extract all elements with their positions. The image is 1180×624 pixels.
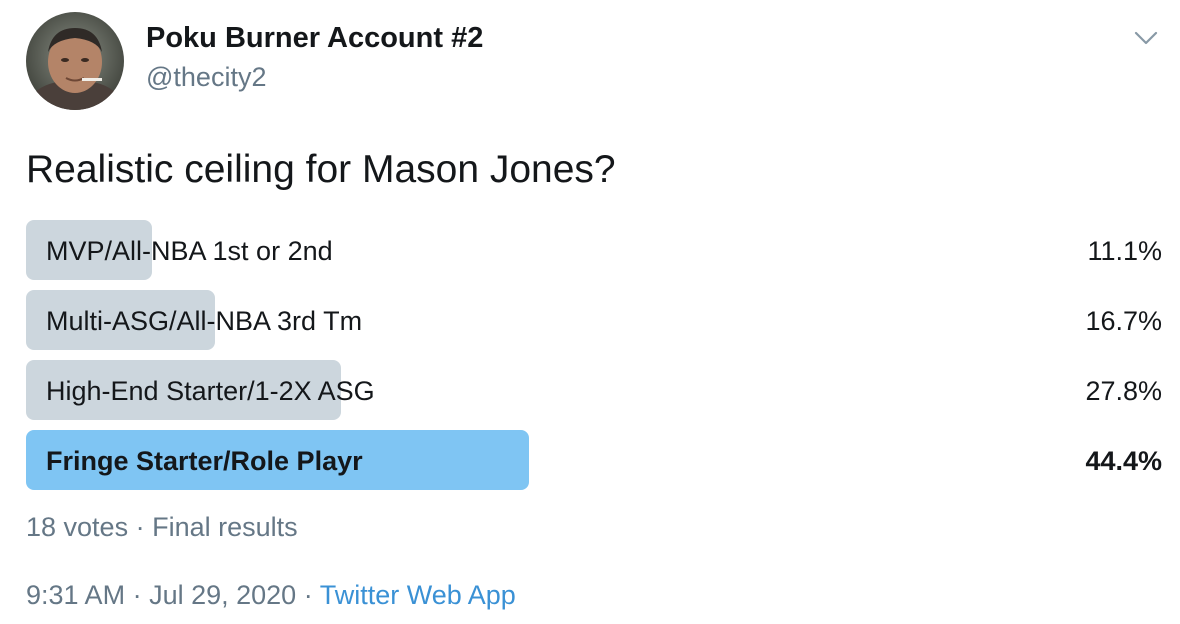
poll-option-label: Fringe Starter/Role Playr — [46, 446, 363, 476]
poll-option-percent: 27.8% — [1085, 376, 1162, 406]
poll-option: Multi-ASG/All-NBA 3rd Tm 16.7% — [26, 290, 1162, 350]
profile-photo-icon — [26, 12, 124, 110]
poll-option-label: Multi-ASG/All-NBA 3rd Tm — [46, 306, 363, 336]
source-link[interactable]: Twitter Web App — [320, 580, 516, 610]
poll-option: Fringe Starter/Role Playr 44.4% — [26, 430, 1162, 490]
tweet-text: Realistic ceiling for Mason Jones? — [26, 148, 616, 191]
separator: · — [128, 512, 153, 542]
poll-option-percent: 16.7% — [1085, 306, 1162, 336]
poll-status: Final results — [152, 512, 298, 542]
user-handle[interactable]: @thecity2 — [146, 62, 266, 93]
poll-option-percent: 11.1% — [1087, 236, 1162, 266]
tweet-time[interactable]: 9:31 AM — [26, 580, 125, 610]
poll-option-percent: 44.4% — [1085, 446, 1162, 476]
tweet: Poku Burner Account #2 @thecity2 Realist… — [0, 0, 1180, 624]
avatar[interactable] — [26, 12, 124, 110]
poll-option: High-End Starter/1-2X ASG 27.8% — [26, 360, 1162, 420]
poll-option: MVP/All-NBA 1st or 2nd 11.1% — [26, 220, 1162, 280]
poll-option-label: MVP/All-NBA 1st or 2nd — [46, 236, 333, 266]
chevron-down-icon[interactable] — [1132, 26, 1160, 50]
vote-count: 18 votes — [26, 512, 129, 542]
tweet-date[interactable]: Jul 29, 2020 — [149, 580, 296, 610]
separator: · — [296, 580, 320, 610]
separator: · — [125, 580, 150, 610]
poll-summary: 18 votes · Final results — [26, 512, 298, 543]
poll: MVP/All-NBA 1st or 2nd 11.1% Multi-ASG/A… — [26, 220, 1162, 500]
display-name[interactable]: Poku Burner Account #2 — [146, 22, 483, 55]
poll-option-label: High-End Starter/1-2X ASG — [46, 376, 375, 406]
tweet-timestamp: 9:31 AM · Jul 29, 2020 · Twitter Web App — [26, 580, 516, 611]
